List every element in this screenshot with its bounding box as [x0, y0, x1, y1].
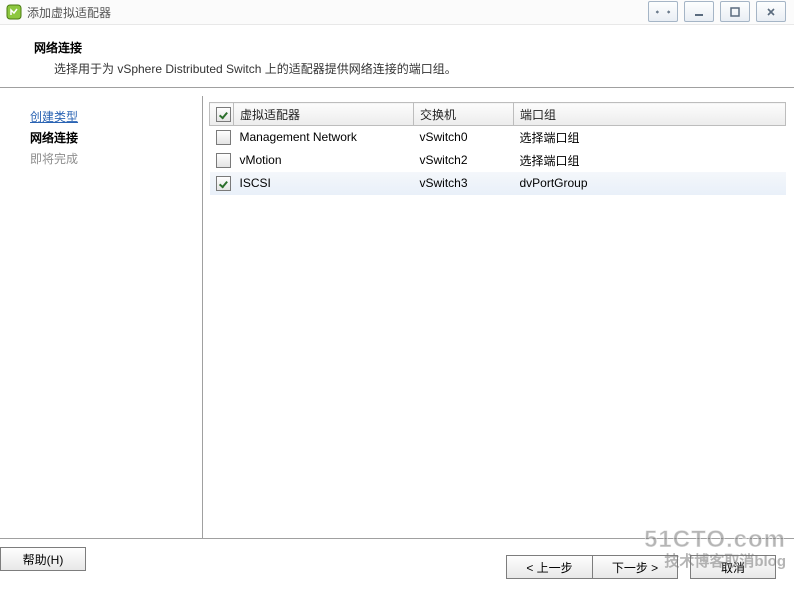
table-row[interactable]: vMotionvSwitch2选择端口组: [210, 149, 786, 172]
cell-portgroup[interactable]: 选择端口组: [514, 126, 786, 149]
wizard-step-create-type[interactable]: 创建类型: [30, 108, 202, 125]
table-header-row: 虚拟适配器 交换机 端口组: [210, 103, 786, 126]
row-checkbox[interactable]: [216, 153, 231, 168]
cell-adapter: Management Network: [234, 126, 414, 149]
wizard-step-network-connect: 网络连接: [30, 129, 202, 146]
table-row[interactable]: ISCSIvSwitch3dvPortGroup: [210, 172, 786, 195]
master-checkbox[interactable]: [216, 107, 231, 122]
cell-adapter: vMotion: [234, 149, 414, 172]
table-row[interactable]: Management NetworkvSwitch0选择端口组: [210, 126, 786, 149]
maximize-button[interactable]: [720, 1, 750, 22]
cell-portgroup[interactable]: dvPortGroup: [514, 172, 786, 195]
wizard-steps-sidebar: 创建类型 网络连接 即将完成: [0, 96, 203, 538]
nav-back-icon[interactable]: [648, 1, 678, 22]
column-switch[interactable]: 交换机: [414, 103, 514, 126]
app-icon: [6, 4, 22, 20]
cell-portgroup[interactable]: 选择端口组: [514, 149, 786, 172]
page-title: 网络连接: [34, 39, 768, 56]
divider: [0, 87, 794, 89]
column-portgroup[interactable]: 端口组: [514, 103, 786, 126]
header-checkbox-cell[interactable]: [210, 103, 234, 126]
page-subtitle: 选择用于为 vSphere Distributed Switch 上的适配器提供…: [34, 60, 768, 77]
back-button[interactable]: < 上一步: [506, 555, 592, 579]
window-title: 添加虚拟适配器: [27, 4, 111, 21]
cell-switch: vSwitch2: [414, 149, 514, 172]
adapter-table: 虚拟适配器 交换机 端口组 Management NetworkvSwitch0…: [209, 102, 786, 195]
next-button[interactable]: 下一步 >: [592, 555, 678, 579]
cell-switch: vSwitch3: [414, 172, 514, 195]
column-adapter[interactable]: 虚拟适配器: [234, 103, 414, 126]
minimize-button[interactable]: [684, 1, 714, 22]
wizard-step-ready: 即将完成: [30, 150, 202, 167]
footer: 帮助(H) < 上一步 下一步 > 取消: [0, 538, 794, 579]
cancel-button[interactable]: 取消: [690, 555, 776, 579]
help-button[interactable]: 帮助(H): [0, 547, 86, 571]
titlebar: 添加虚拟适配器: [0, 0, 794, 25]
cell-adapter: ISCSI: [234, 172, 414, 195]
row-checkbox[interactable]: [216, 176, 231, 191]
cell-switch: vSwitch0: [414, 126, 514, 149]
main-panel: 虚拟适配器 交换机 端口组 Management NetworkvSwitch0…: [203, 96, 794, 538]
header: 网络连接 选择用于为 vSphere Distributed Switch 上的…: [0, 25, 794, 87]
row-checkbox[interactable]: [216, 130, 231, 145]
close-button[interactable]: [756, 1, 786, 22]
